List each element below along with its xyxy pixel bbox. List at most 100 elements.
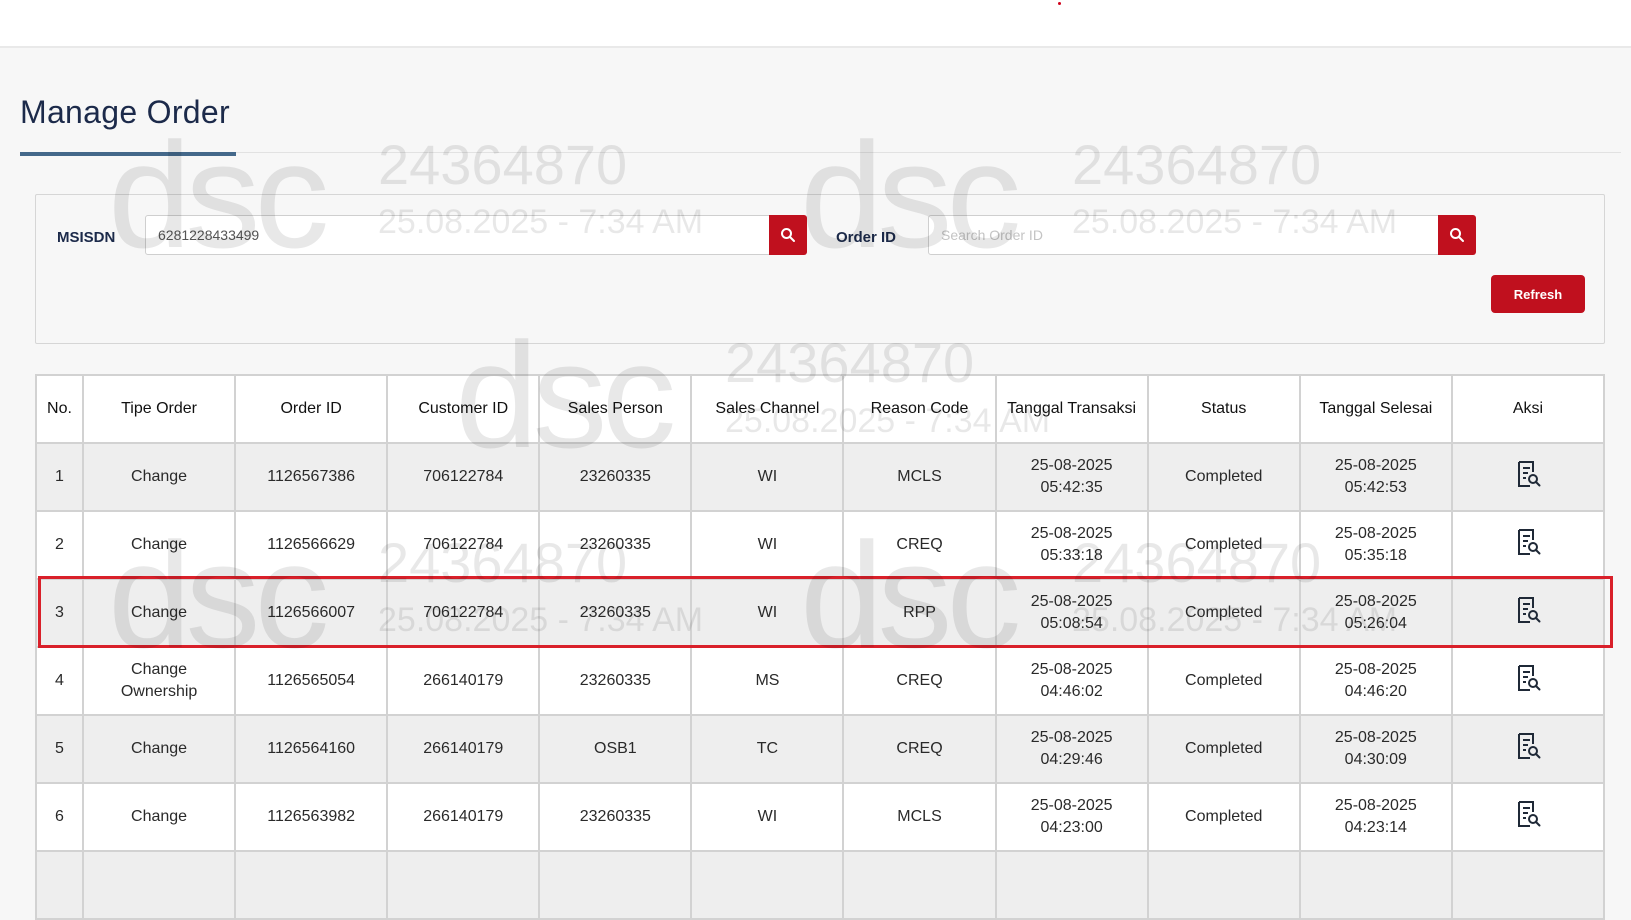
order-id-search-button[interactable] bbox=[1438, 215, 1476, 255]
document-search-icon[interactable] bbox=[1514, 731, 1542, 768]
done-date: 25-08-2025 bbox=[1334, 797, 1417, 814]
cell-order-id: 1126567386 bbox=[234, 442, 389, 512]
cell-sales-person: 23260335 bbox=[538, 782, 693, 852]
cell-tanggal-selesai: 25-08-2025 04:30:09 bbox=[1298, 714, 1453, 784]
header-order-id[interactable]: Order ID bbox=[234, 374, 389, 444]
cell-tanggal-selesai: 25-08-2025 04:46:20 bbox=[1298, 646, 1453, 716]
done-date: 25-08-2025 bbox=[1334, 729, 1417, 746]
cell-aksi bbox=[1450, 782, 1606, 852]
cell-reason-code: CREQ bbox=[842, 510, 997, 580]
cell-status: Completed bbox=[1146, 442, 1301, 512]
cell-tanggal-transaksi: 25-08-2025 05:42:35 bbox=[994, 442, 1149, 512]
header-aksi: Aksi bbox=[1450, 374, 1606, 444]
cell-aksi bbox=[1450, 510, 1606, 580]
title-underline bbox=[20, 152, 236, 156]
trx-date: 25-08-2025 bbox=[1030, 593, 1113, 610]
header-indicator-dot bbox=[1058, 2, 1061, 5]
table-header-row: No. Tipe Order Order ID Customer ID Sale… bbox=[34, 374, 1606, 444]
trx-date: 25-08-2025 bbox=[1030, 797, 1113, 814]
top-header-bar bbox=[0, 0, 1631, 48]
cell-tipe-order: Change bbox=[82, 442, 237, 512]
table-row: 2 Change 1126566629 706122784 23260335 W… bbox=[34, 510, 1606, 580]
cell-tanggal-transaksi: 25-08-2025 05:08:54 bbox=[994, 578, 1149, 648]
msisdn-label: MSISDN bbox=[57, 229, 116, 246]
done-time: 04:30:09 bbox=[1344, 751, 1407, 768]
trx-date: 25-08-2025 bbox=[1030, 729, 1113, 746]
search-icon bbox=[781, 228, 795, 242]
trx-time: 05:33:18 bbox=[1040, 547, 1103, 564]
header-sales-channel[interactable]: Sales Channel bbox=[690, 374, 845, 444]
header-tipe-order[interactable]: Tipe Order bbox=[82, 374, 237, 444]
cell-tanggal-selesai: 25-08-2025 05:35:18 bbox=[1298, 510, 1453, 580]
cell-tipe-order: Change bbox=[82, 578, 237, 648]
done-date: 25-08-2025 bbox=[1334, 661, 1417, 678]
header-tanggal-transaksi[interactable]: Tanggal Transaksi bbox=[994, 374, 1149, 444]
msisdn-search-button[interactable] bbox=[769, 215, 807, 255]
cell-order-id: 1126566629 bbox=[234, 510, 389, 580]
table-row: 1 Change 1126567386 706122784 23260335 W… bbox=[34, 442, 1606, 512]
search-icon bbox=[1450, 228, 1464, 242]
done-time: 05:26:04 bbox=[1344, 615, 1407, 632]
cell-aksi bbox=[1450, 578, 1606, 648]
cell-sales-channel: TC bbox=[690, 714, 845, 784]
trx-time: 05:42:35 bbox=[1040, 479, 1103, 496]
cell-sales-person: 23260335 bbox=[538, 510, 693, 580]
done-time: 04:46:20 bbox=[1344, 683, 1407, 700]
cell-tanggal-transaksi: 25-08-2025 05:33:18 bbox=[994, 510, 1149, 580]
cell-tanggal-selesai: 25-08-2025 05:42:53 bbox=[1298, 442, 1453, 512]
trx-time: 05:08:54 bbox=[1040, 615, 1103, 632]
table-row-partial bbox=[34, 850, 1606, 920]
cell-status: Completed bbox=[1146, 646, 1301, 716]
trx-date: 25-08-2025 bbox=[1030, 457, 1113, 474]
document-search-icon[interactable] bbox=[1514, 799, 1542, 836]
cell-sales-person: 23260335 bbox=[538, 442, 693, 512]
cell-sales-channel: WI bbox=[690, 510, 845, 580]
document-search-icon[interactable] bbox=[1514, 595, 1542, 632]
cell-customer-id: 266140179 bbox=[386, 782, 541, 852]
document-search-icon[interactable] bbox=[1514, 663, 1542, 700]
cell-tipe-order: Change Ownership bbox=[82, 646, 237, 716]
document-search-icon[interactable] bbox=[1514, 459, 1542, 496]
cell-reason-code: MCLS bbox=[842, 782, 997, 852]
done-date: 25-08-2025 bbox=[1334, 457, 1417, 474]
table-row: 4 Change Ownership 1126565054 266140179 … bbox=[34, 646, 1606, 716]
cell-order-id: 1126566007 bbox=[234, 578, 389, 648]
header-no[interactable]: No. bbox=[34, 374, 85, 444]
order-id-input[interactable] bbox=[928, 215, 1439, 255]
done-time: 05:35:18 bbox=[1344, 547, 1407, 564]
table-row: 3 Change 1126566007 706122784 23260335 W… bbox=[34, 578, 1606, 648]
cell-no: 6 bbox=[34, 782, 85, 852]
header-tanggal-selesai[interactable]: Tanggal Selesai bbox=[1298, 374, 1453, 444]
cell-customer-id: 706122784 bbox=[386, 442, 541, 512]
document-search-icon[interactable] bbox=[1514, 527, 1542, 564]
table-row: 5 Change 1126564160 266140179 OSB1 TC CR… bbox=[34, 714, 1606, 784]
msisdn-input[interactable] bbox=[145, 215, 770, 255]
cell-aksi bbox=[1450, 442, 1606, 512]
cell-status: Completed bbox=[1146, 714, 1301, 784]
header-sales-person[interactable]: Sales Person bbox=[538, 374, 693, 444]
cell-sales-person: OSB1 bbox=[538, 714, 693, 784]
trx-time: 04:29:46 bbox=[1040, 751, 1103, 768]
done-time: 04:23:14 bbox=[1344, 819, 1407, 836]
refresh-button[interactable]: Refresh bbox=[1491, 275, 1585, 313]
cell-tanggal-transaksi: 25-08-2025 04:23:00 bbox=[994, 782, 1149, 852]
cell-sales-person: 23260335 bbox=[538, 578, 693, 648]
order-id-label: Order ID bbox=[836, 229, 897, 246]
cell-reason-code: MCLS bbox=[842, 442, 997, 512]
cell-tanggal-transaksi: 25-08-2025 04:29:46 bbox=[994, 714, 1149, 784]
cell-no: 2 bbox=[34, 510, 85, 580]
header-customer-id[interactable]: Customer ID bbox=[386, 374, 541, 444]
cell-no: 3 bbox=[34, 578, 85, 648]
cell-sales-channel: MS bbox=[690, 646, 845, 716]
orders-table-container: No. Tipe Order Order ID Customer ID Sale… bbox=[34, 374, 1606, 920]
cell-reason-code: RPP bbox=[842, 578, 997, 648]
cell-sales-channel: WI bbox=[690, 578, 845, 648]
cell-order-id: 1126565054 bbox=[234, 646, 389, 716]
trx-time: 04:46:02 bbox=[1040, 683, 1103, 700]
header-status[interactable]: Status bbox=[1146, 374, 1301, 444]
header-reason-code[interactable]: Reason Code bbox=[842, 374, 997, 444]
cell-status: Completed bbox=[1146, 578, 1301, 648]
cell-sales-channel: WI bbox=[690, 782, 845, 852]
trx-date: 25-08-2025 bbox=[1030, 525, 1113, 542]
watermark-id: 24364870 bbox=[378, 133, 628, 196]
